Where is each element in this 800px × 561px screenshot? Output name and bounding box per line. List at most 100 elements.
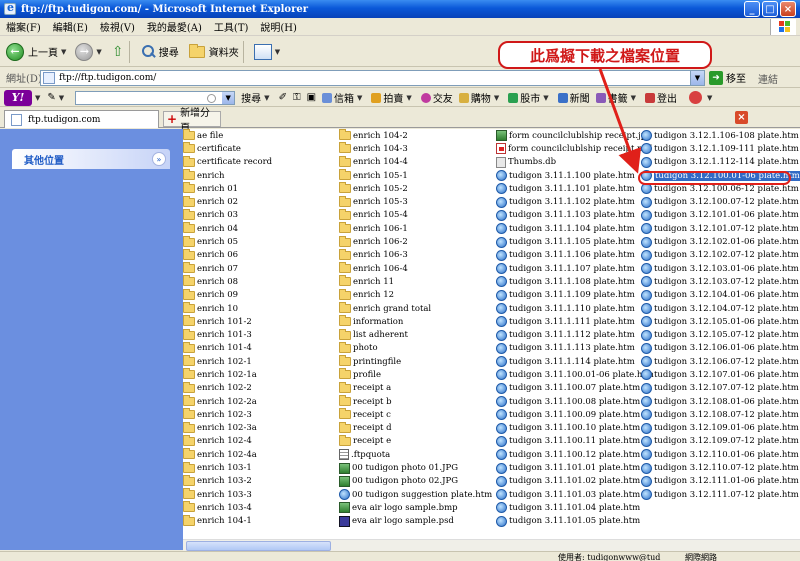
yahoo-bookmarks-button[interactable]: 書籤 ▼ <box>595 90 639 105</box>
close-button[interactable]: × <box>780 1 796 17</box>
file-item[interactable]: enrich 102-4 <box>183 434 272 448</box>
tab-ftp-tudigon[interactable]: ftp.tudigon.com <box>4 110 159 128</box>
file-item[interactable]: enrich 106-1 <box>339 222 492 235</box>
chevron-down-icon[interactable]: ▼ <box>35 94 40 102</box>
file-item[interactable]: tudigon 3.12.103.07-12 plate.htm <box>641 275 800 288</box>
file-item[interactable]: enrich 103-4 <box>183 501 272 514</box>
close-tab-button[interactable]: × <box>735 111 748 124</box>
file-item[interactable]: enrich 11 <box>339 275 492 288</box>
file-item[interactable]: eva air logo sample.bmp <box>339 501 492 514</box>
file-item[interactable]: enrich 05 <box>183 235 272 248</box>
file-item[interactable]: enrich 106-4 <box>339 262 492 275</box>
file-item[interactable]: enrich 105-3 <box>339 195 492 208</box>
forward-button[interactable]: → ▼ <box>75 42 104 61</box>
file-item[interactable]: form councilclublship receipt.pdf <box>496 142 654 155</box>
file-item[interactable]: tudigon 3.11.100.11 plate.htm <box>496 435 654 448</box>
yahoo-dating-button[interactable]: 交友 <box>420 90 453 105</box>
maximize-button[interactable]: □ <box>762 1 778 17</box>
file-item[interactable]: enrich 103-3 <box>183 488 272 501</box>
file-item[interactable]: enrich 104-3 <box>339 142 492 155</box>
file-item[interactable]: enrich 08 <box>183 275 272 288</box>
file-item[interactable]: enrich 106-2 <box>339 235 492 248</box>
file-item[interactable]: tudigon 3.12.109.01-06 plate.htm <box>641 422 800 435</box>
menu-file[interactable]: 檔案(F) <box>0 19 47 34</box>
menu-view[interactable]: 檢視(V) <box>94 19 141 34</box>
file-item[interactable]: tudigon 3.12.107.01-06 plate.htm <box>641 368 800 381</box>
file-item[interactable]: tudigon 3.11.1.102 plate.htm <box>496 195 654 208</box>
chevron-down-icon[interactable]: ▼ <box>275 48 280 56</box>
yahoo-shopping-button[interactable]: 購物 ▼ <box>458 90 502 105</box>
file-item[interactable]: enrich 103-1 <box>183 461 272 474</box>
file-item[interactable]: eva air logo sample.psd <box>339 515 492 528</box>
chevron-down-icon[interactable]: ▼ <box>61 48 66 56</box>
file-item[interactable]: tudigon 3.11.1.107 plate.htm <box>496 262 654 275</box>
file-item[interactable]: tudigon 3.12.102.07-12 plate.htm <box>641 249 800 262</box>
file-item[interactable]: information <box>339 315 492 328</box>
file-item[interactable]: 00 tudigon suggestion plate.htm <box>339 488 492 501</box>
file-item[interactable]: tudigon 3.12.105.01-06 plate.htm <box>641 315 800 328</box>
file-item[interactable]: tudigon 3.11.1.109 plate.htm <box>496 289 654 302</box>
file-item[interactable]: tudigon 3.11.100.09 plate.htm <box>496 408 654 421</box>
file-item[interactable]: enrich 07 <box>183 262 272 275</box>
file-item[interactable]: tudigon 3.11.101.02 plate.htm <box>496 475 654 488</box>
file-item[interactable]: enrich 10 <box>183 302 272 315</box>
file-item[interactable]: enrich 102-3 <box>183 408 272 421</box>
file-item[interactable]: tudigon 3.11.100.12 plate.htm <box>496 448 654 461</box>
menu-edit[interactable]: 編輯(E) <box>47 19 94 34</box>
file-item[interactable]: tudigon 3.11.101.05 plate.htm <box>496 515 654 528</box>
file-item[interactable]: tudigon 3.12.102.01-06 plate.htm <box>641 235 800 248</box>
file-item[interactable]: certificate <box>183 142 272 155</box>
file-item[interactable]: tudigon 3.12.109.07-12 plate.htm <box>641 435 800 448</box>
file-item[interactable]: enrich <box>183 169 272 182</box>
lock-icon[interactable]: ⚿ <box>293 92 301 103</box>
file-item[interactable]: Thumbs.db <box>496 156 654 169</box>
file-item[interactable]: 00 tudigon photo 02.JPG <box>339 475 492 488</box>
file-item[interactable]: enrich 104-2 <box>339 129 492 142</box>
file-item[interactable]: enrich 106-3 <box>339 248 492 262</box>
file-item[interactable]: tudigon 3.11.1.111 plate.htm <box>496 315 654 328</box>
file-item[interactable]: tudigon 3.11.1.105 plate.htm <box>496 235 654 248</box>
file-item[interactable]: receipt a <box>339 381 492 395</box>
file-item[interactable]: tudigon 3.12.103.01-06 plate.htm <box>641 262 800 275</box>
file-item[interactable]: 00 tudigon photo 01.JPG <box>339 461 492 474</box>
file-item[interactable]: enrich 01 <box>183 182 272 195</box>
links-button[interactable]: 連結 <box>758 71 778 86</box>
file-item[interactable]: tudigon 3.12.104.01-06 plate.htm <box>641 289 800 302</box>
yahoo-news-button[interactable]: 新聞 <box>557 90 590 105</box>
yahoo-stocks-button[interactable]: 股市 ▼ <box>508 90 551 105</box>
chevron-down-icon[interactable]: ▼ <box>222 91 235 104</box>
file-item[interactable]: ae file <box>183 129 272 142</box>
file-item[interactable]: enrich 12 <box>339 288 492 302</box>
file-item[interactable]: receipt e <box>339 434 492 448</box>
new-tab-button[interactable]: + 新增分頁 <box>163 108 221 134</box>
menu-favorites[interactable]: 我的最愛(A) <box>141 19 208 34</box>
back-button[interactable]: ← 上一頁 ▼ <box>6 42 69 61</box>
file-item[interactable]: .ftpquota <box>339 448 492 461</box>
address-input[interactable]: ftp://ftp.tudigon.com/ ▼ <box>40 70 705 86</box>
yahoo-search-input[interactable]: ▼ <box>75 90 236 105</box>
file-item[interactable]: tudigon 3.11.101.04 plate.htm <box>496 501 654 514</box>
file-item[interactable]: tudigon 3.12.111.01-06 plate.htm <box>641 475 800 488</box>
chevron-down-icon[interactable]: ▼ <box>96 48 101 56</box>
file-item[interactable]: tudigon 3.12.106.07-12 plate.htm <box>641 355 800 368</box>
yahoo-search-button[interactable]: 搜尋 ▼ <box>241 90 272 106</box>
search-button[interactable]: 搜尋 <box>140 44 179 60</box>
chevron-down-icon[interactable]: ▼ <box>59 94 64 102</box>
go-button[interactable]: ➜ 移至 <box>709 70 746 85</box>
file-item[interactable]: enrich 102-2a <box>183 395 272 408</box>
horizontal-scrollbar[interactable] <box>183 539 800 551</box>
file-item[interactable]: tudigon 3.12.1.109-111 plate.htm <box>641 142 800 155</box>
file-item[interactable]: tudigon 3.11.1.112 plate.htm <box>496 328 654 341</box>
file-item[interactable]: printingfile <box>339 355 492 368</box>
file-item[interactable]: enrich 102-2 <box>183 381 272 395</box>
menu-tools[interactable]: 工具(T) <box>208 19 254 34</box>
file-item[interactable]: enrich 102-4a <box>183 448 272 461</box>
file-item[interactable]: tudigon 3.11.1.100 plate.htm <box>496 169 654 182</box>
yahoo-mail-button[interactable]: 信箱 ▼ <box>322 90 365 105</box>
file-item[interactable]: tudigon 3.11.1.106 plate.htm <box>496 249 654 262</box>
file-item[interactable]: tudigon 3.11.1.110 plate.htm <box>496 302 654 315</box>
file-item[interactable]: tudigon 3.11.1.108 plate.htm <box>496 275 654 288</box>
file-item[interactable]: tudigon 3.12.101.07-12 plate.htm <box>641 222 800 235</box>
file-item[interactable]: tudigon 3.12.108.07-12 plate.htm <box>641 408 800 421</box>
file-item[interactable]: receipt d <box>339 421 492 435</box>
